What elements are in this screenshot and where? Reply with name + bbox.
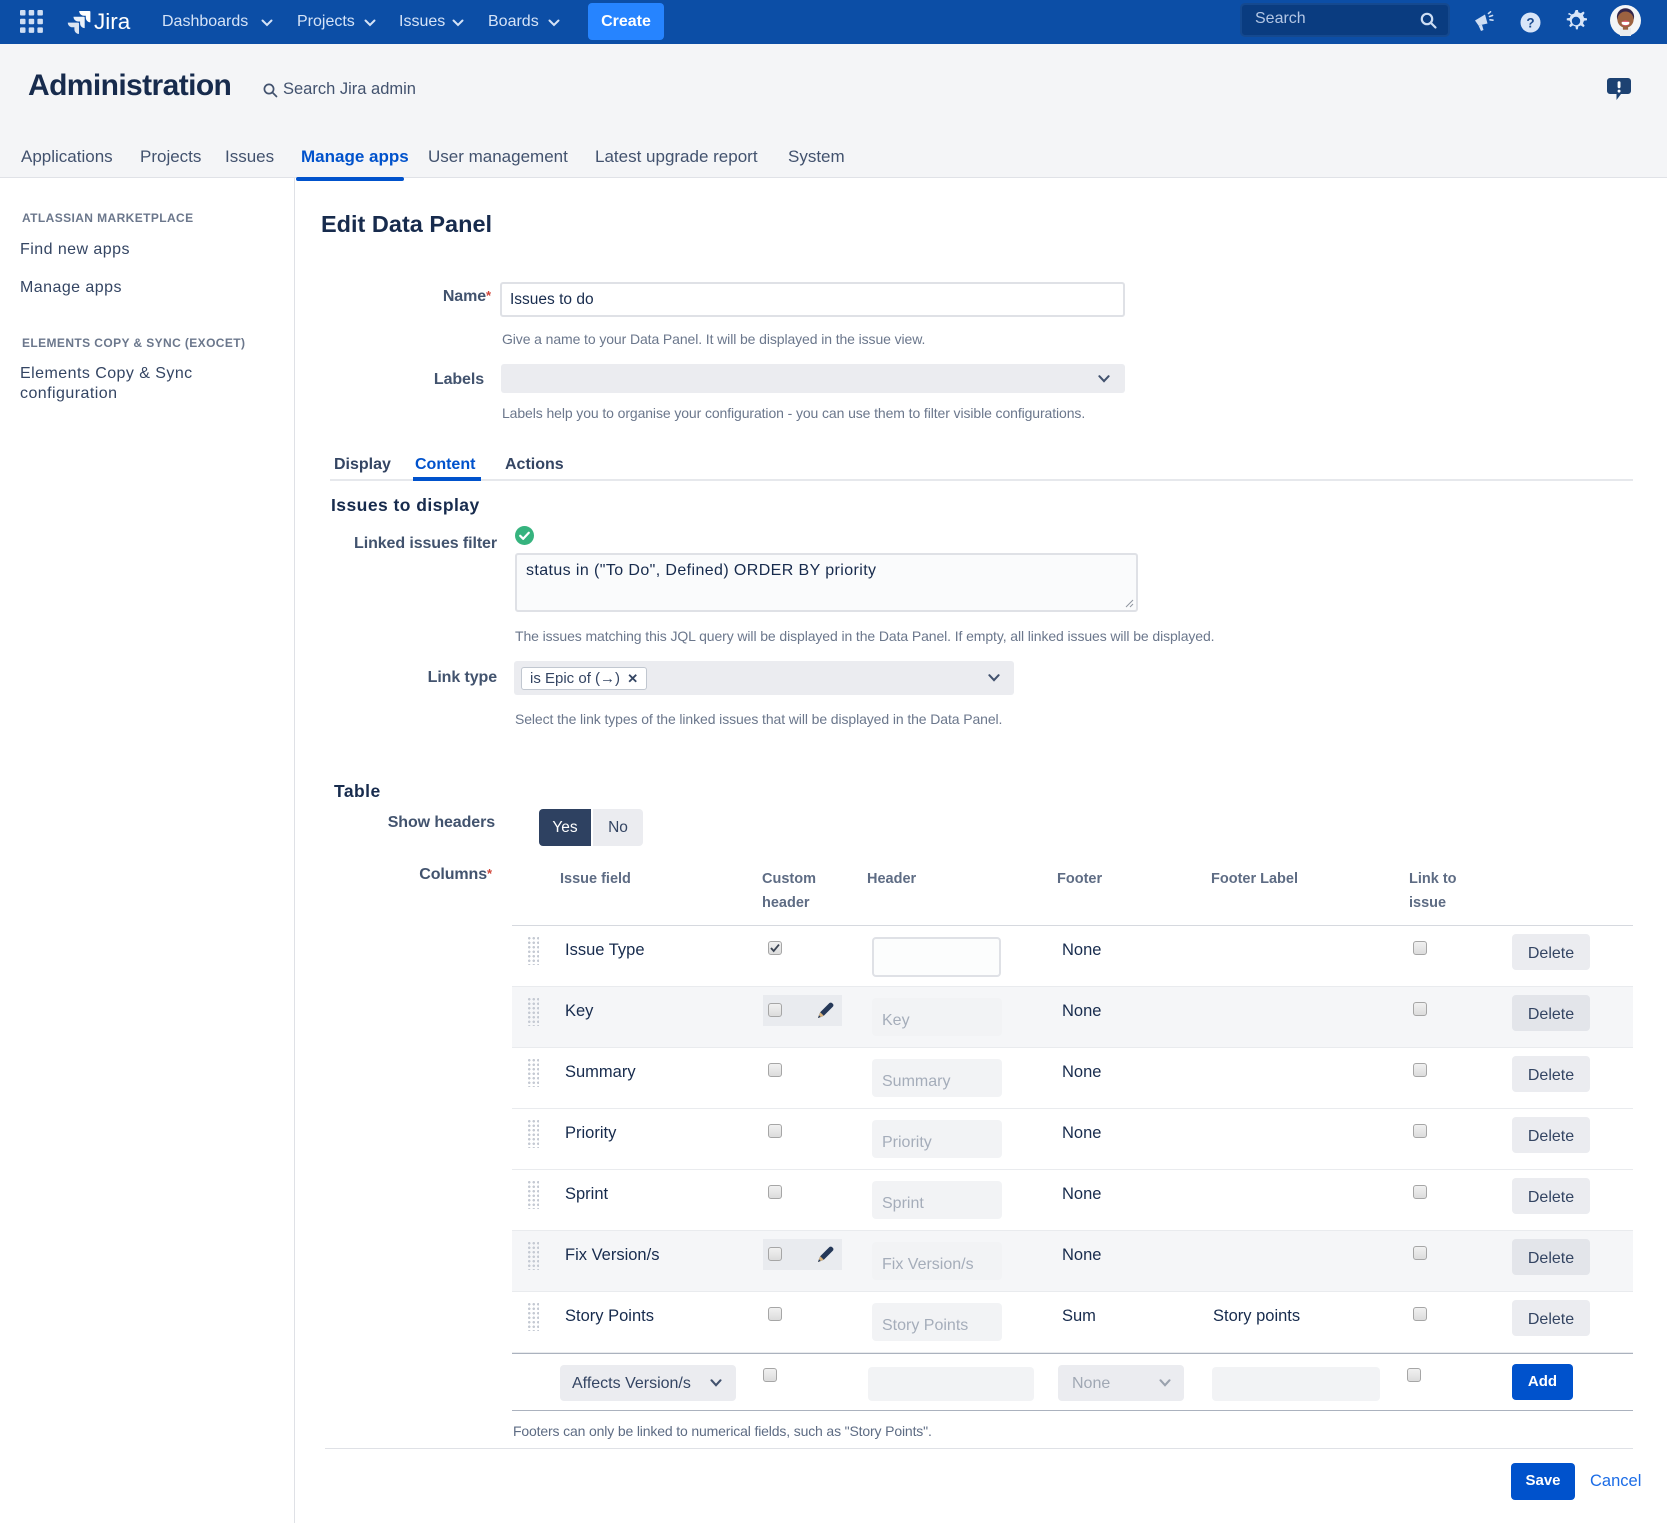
svg-text:?: ? [1526, 15, 1534, 30]
